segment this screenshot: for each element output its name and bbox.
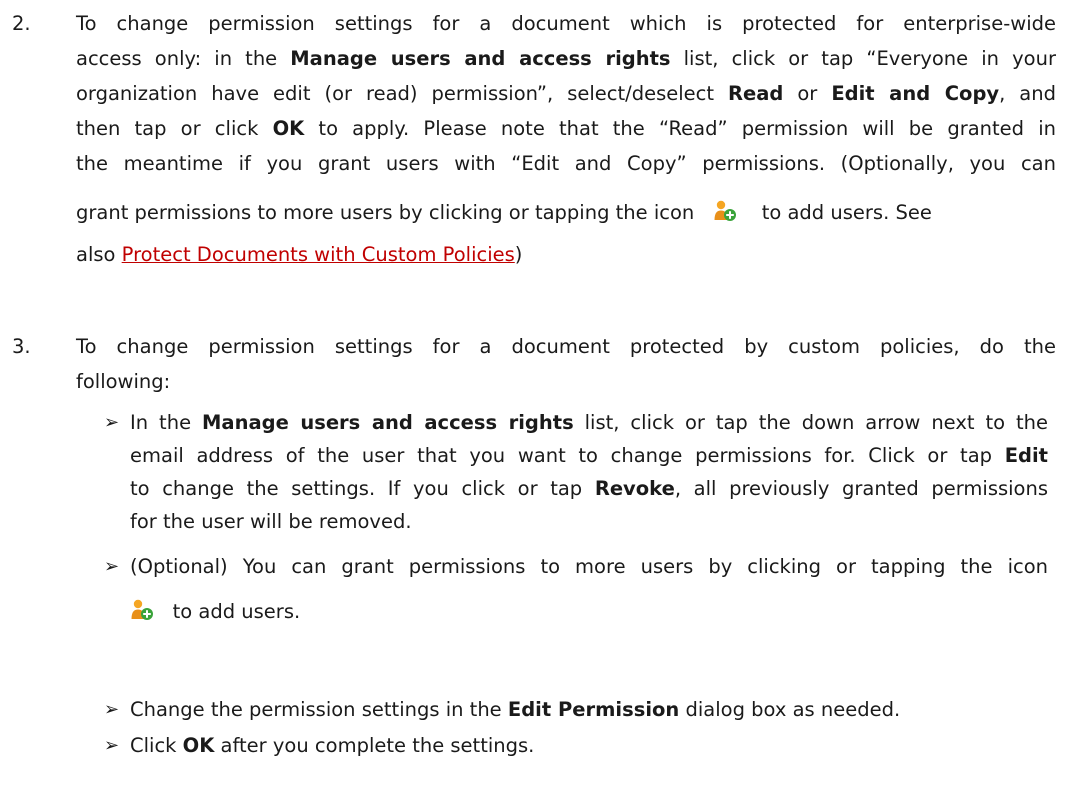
text-span: also bbox=[76, 243, 122, 266]
text-span: Change the permission settings in the bbox=[130, 698, 508, 721]
text-span: To change permission settings for a docu… bbox=[76, 335, 1056, 358]
arrow-bullet-icon: ➢ bbox=[104, 412, 120, 433]
text-line: To change permission settings for a docu… bbox=[76, 329, 1056, 364]
text-span: list, click or tap “Everyone in your bbox=[670, 47, 1056, 70]
text-span: , all previously granted permissions bbox=[674, 477, 1048, 500]
text-line: organization have edit (or read) permiss… bbox=[76, 76, 1056, 111]
list-number: 2. bbox=[12, 12, 31, 35]
list-item-text: To change permission settings for a docu… bbox=[76, 329, 1056, 399]
text-span: the meantime if you grant users with “Ed… bbox=[76, 152, 1056, 175]
text-line: also Protect Documents with Custom Polic… bbox=[76, 237, 1056, 272]
text-span: organization have edit (or read) permiss… bbox=[76, 82, 729, 105]
text-line: for the user will be removed. bbox=[130, 505, 1048, 538]
text-line: then tap or click OK to apply. Please no… bbox=[76, 111, 1056, 146]
bold-term: Manage users and access rights bbox=[202, 411, 574, 434]
text-line: Change the permission settings in the Ed… bbox=[130, 693, 1048, 726]
list-item-text: To change permission settings for a docu… bbox=[76, 6, 1056, 272]
text-line: To change permission settings for a docu… bbox=[76, 6, 1056, 41]
text-span: then tap or click bbox=[76, 117, 273, 140]
text-span: after you complete the settings. bbox=[214, 734, 535, 757]
text-span: ) bbox=[514, 243, 523, 266]
text-span: To change permission settings for a docu… bbox=[76, 12, 1056, 35]
text-span: to add users. bbox=[172, 600, 301, 623]
list-number: 3. bbox=[12, 335, 31, 358]
text-span: to apply. Please note that the “Read” pe… bbox=[304, 117, 1056, 140]
bold-term: Edit bbox=[1004, 444, 1048, 467]
bold-term: OK bbox=[182, 734, 215, 757]
text-line: In the Manage users and access rights li… bbox=[130, 406, 1048, 439]
text-line: (Optional) You can grant permissions to … bbox=[130, 550, 1048, 583]
text-line: following: bbox=[76, 364, 1056, 399]
add-user-icon bbox=[130, 598, 154, 620]
text-span: or bbox=[783, 82, 832, 105]
sub-item-text: In the Manage users and access rights li… bbox=[130, 406, 1048, 538]
text-span: Click bbox=[130, 734, 183, 757]
text-span: email address of the user that you want … bbox=[130, 444, 1005, 467]
text-line: access only: in the Manage users and acc… bbox=[76, 41, 1056, 76]
text-line: to change the settings. If you click or … bbox=[130, 472, 1048, 505]
arrow-bullet-icon: ➢ bbox=[104, 699, 120, 720]
text-span: to add users. See bbox=[761, 201, 932, 224]
bold-term: Revoke bbox=[594, 477, 675, 500]
text-line: Click OK after you complete the settings… bbox=[130, 729, 1048, 762]
text-span: In the bbox=[130, 411, 203, 434]
text-line: grant permissions to more users by click… bbox=[76, 193, 1056, 233]
text-span: (Optional) You can grant permissions to … bbox=[130, 555, 1048, 578]
add-user-icon bbox=[713, 196, 737, 221]
text-line: email address of the user that you want … bbox=[130, 439, 1048, 472]
text-span: list, click or tap the down arrow next t… bbox=[573, 411, 1048, 434]
text-span: access only: in the bbox=[76, 47, 291, 70]
sub-item-text: Change the permission settings in the Ed… bbox=[130, 693, 1048, 726]
sub-item-text: Click OK after you complete the settings… bbox=[130, 729, 1048, 762]
text-line: the meantime if you grant users with “Ed… bbox=[76, 146, 1056, 181]
text-span: following: bbox=[76, 370, 171, 393]
protect-documents-link[interactable]: Protect Documents with Custom Policies bbox=[122, 243, 515, 266]
sub-item-text: (Optional) You can grant permissions to … bbox=[130, 550, 1048, 628]
document-page: 2. To change permission settings for a d… bbox=[0, 0, 1074, 790]
bold-term: OK bbox=[272, 117, 305, 140]
bold-term: Read bbox=[728, 82, 784, 105]
text-span: for the user will be removed. bbox=[130, 510, 412, 533]
text-span: dialog box as needed. bbox=[679, 698, 901, 721]
bold-term: Manage users and access rights bbox=[290, 47, 671, 70]
bold-term: Edit and Copy bbox=[831, 82, 1000, 105]
text-span: , and bbox=[999, 82, 1056, 105]
arrow-bullet-icon: ➢ bbox=[104, 735, 120, 756]
text-line: to add users. bbox=[130, 595, 1048, 628]
text-span: to change the settings. If you click or … bbox=[130, 477, 595, 500]
text-span: grant permissions to more users by click… bbox=[76, 201, 695, 224]
arrow-bullet-icon: ➢ bbox=[104, 556, 120, 577]
bold-term: Edit Permission bbox=[507, 698, 680, 721]
